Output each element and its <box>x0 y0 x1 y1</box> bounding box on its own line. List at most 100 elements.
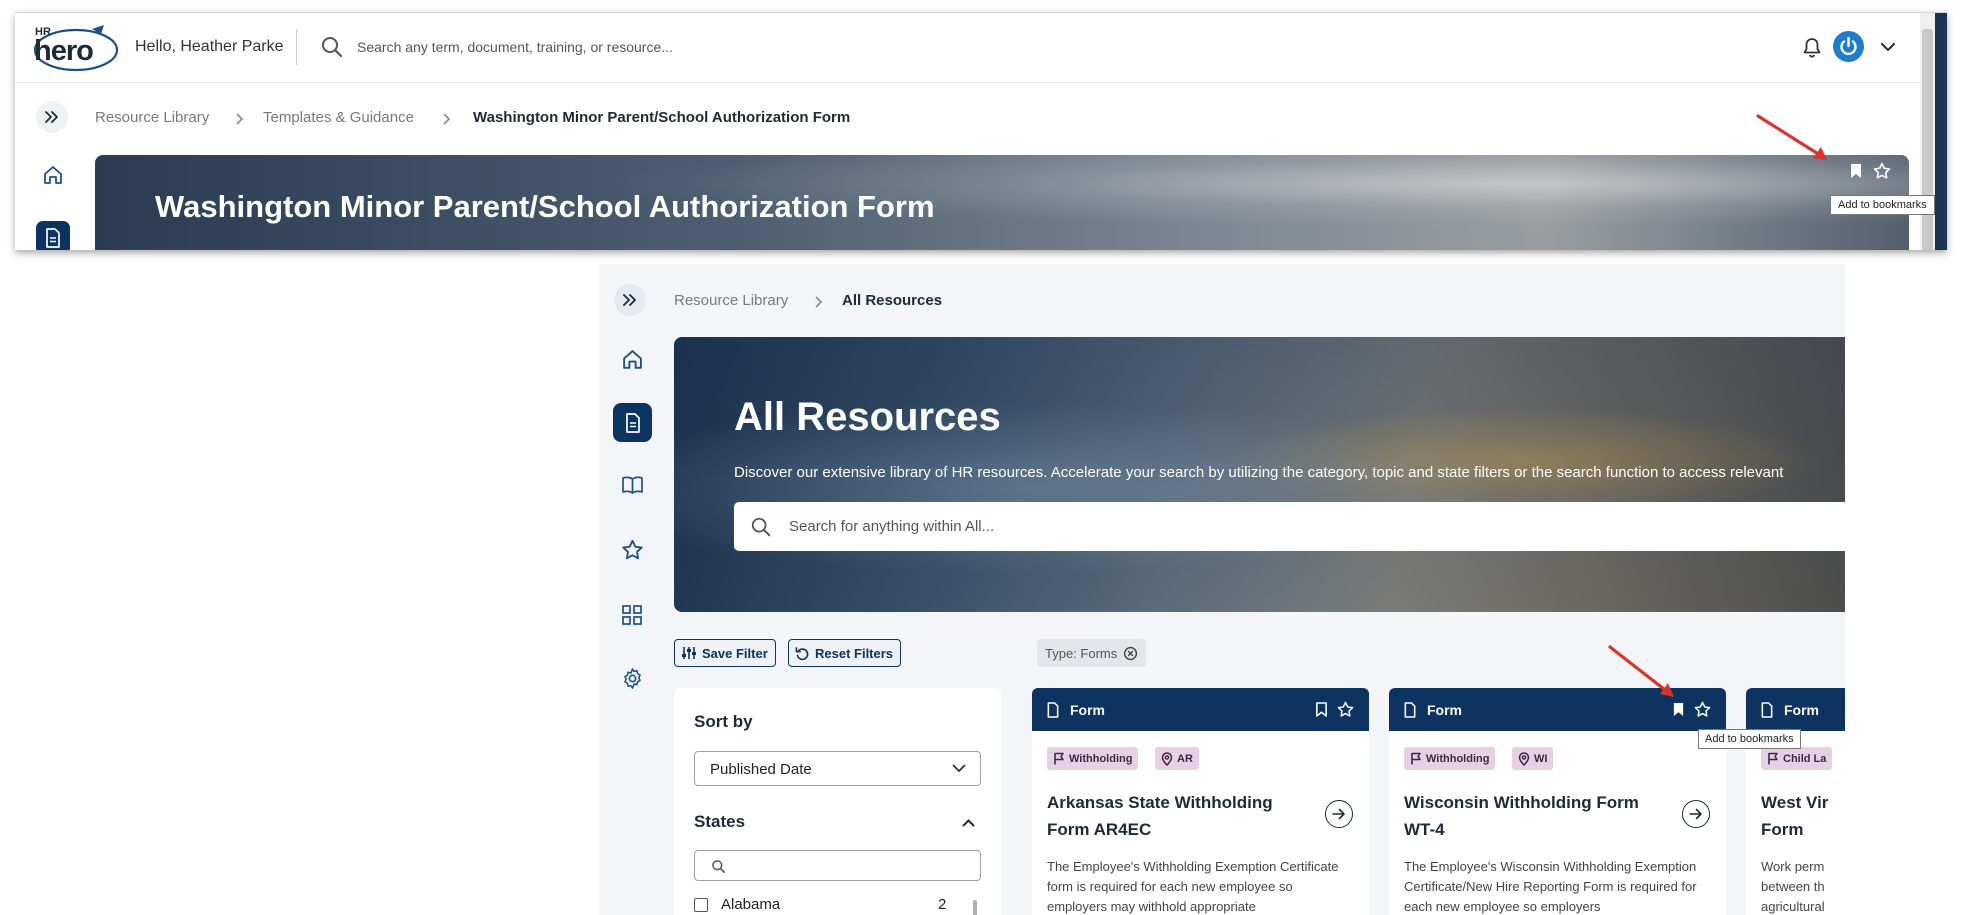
search-icon[interactable] <box>320 35 344 59</box>
document-icon <box>1403 702 1417 718</box>
arrow-right-icon[interactable] <box>1325 800 1353 828</box>
card-description: Work perm between th agricultural <box>1761 859 1825 914</box>
card-title[interactable]: Wisconsin Withholding Form WT-4 <box>1404 789 1674 843</box>
card-header: Form <box>1032 688 1369 731</box>
expand-sidebar-button[interactable] <box>36 101 68 133</box>
search-icon <box>750 516 772 538</box>
resource-search-input[interactable]: Search for anything within All... <box>734 502 1845 551</box>
close-circle-icon[interactable] <box>1123 646 1138 661</box>
tag-label: WI <box>1534 752 1548 765</box>
breadcrumb-current: Washington Minor Parent/School Authoriza… <box>473 109 851 126</box>
page-title: Washington Minor Parent/School Authoriza… <box>155 189 935 224</box>
document-icon <box>1046 702 1060 718</box>
breadcrumb-resource-library[interactable]: Resource Library <box>674 292 788 309</box>
global-search-input[interactable]: Search any term, document, training, or … <box>357 39 673 55</box>
card-title[interactable]: Arkansas State Withholding Form AR4EC <box>1047 789 1317 843</box>
card-type: Form <box>1070 702 1105 718</box>
page-hero-banner: Washington Minor Parent/School Authoriza… <box>95 155 1909 250</box>
page-title: All Resources <box>734 395 1001 439</box>
document-icon[interactable] <box>36 221 70 250</box>
logo-wordmark: hero <box>34 35 93 67</box>
state-tag[interactable]: AR <box>1155 747 1199 770</box>
flag-icon <box>1411 752 1421 765</box>
card-title[interactable]: West Vir Form <box>1761 789 1836 843</box>
bookmark-icon[interactable] <box>1849 163 1863 179</box>
reset-icon <box>795 646 809 660</box>
star-icon[interactable] <box>1694 701 1711 718</box>
chevron-right-icon <box>442 112 451 126</box>
hr-hero-logo[interactable]: HR hero <box>32 21 120 73</box>
filter-sidebar: Sort by Published Date States Alabama 2 <box>674 688 1001 915</box>
search-icon <box>712 860 725 873</box>
reset-filters-button[interactable]: Reset Filters <box>788 639 902 667</box>
bookmark-icon[interactable] <box>1672 702 1685 717</box>
bookmark-tooltip: Add to bookmarks <box>1698 729 1801 749</box>
grid-icon[interactable] <box>621 604 643 626</box>
scrollbar-thumb[interactable] <box>973 900 977 915</box>
bookmark-tooltip: Add to bookmarks <box>1830 195 1935 215</box>
sort-selected-value: Published Date <box>710 761 812 778</box>
gear-icon[interactable] <box>621 667 644 690</box>
state-tag[interactable]: WI <box>1512 747 1554 770</box>
states-search-input[interactable] <box>694 850 981 881</box>
state-count: 2 <box>938 896 947 913</box>
location-pin-icon <box>1518 751 1530 766</box>
chevron-right-icon <box>235 112 244 126</box>
chevron-up-icon[interactable] <box>962 818 975 827</box>
book-icon[interactable] <box>621 475 644 495</box>
topic-tag[interactable]: Withholding <box>1404 747 1496 770</box>
chevron-right-icon <box>814 295 823 309</box>
home-icon[interactable] <box>621 348 644 371</box>
card-type: Form <box>1784 702 1819 718</box>
document-icon[interactable] <box>613 403 652 442</box>
annotation-arrow <box>1755 113 1835 168</box>
flag-icon <box>1054 752 1064 765</box>
active-filter-label: Type: Forms <box>1045 645 1118 661</box>
home-icon[interactable] <box>42 164 64 186</box>
star-icon[interactable] <box>1337 701 1354 718</box>
breadcrumb-templates-guidance[interactable]: Templates & Guidance <box>263 109 414 126</box>
hero-description: Discover our extensive library of HR res… <box>734 464 1784 481</box>
user-avatar-power-icon[interactable] <box>1833 31 1864 62</box>
expand-sidebar-button[interactable] <box>614 284 646 316</box>
bookmark-icon[interactable] <box>1315 702 1328 717</box>
arrow-right-icon[interactable] <box>1682 800 1710 828</box>
scrollbar-thumb[interactable] <box>1922 29 1933 250</box>
search-placeholder: Search for anything within All... <box>789 518 995 535</box>
card-description: The Employee's Wisconsin Withholding Exe… <box>1404 859 1697 914</box>
sliders-icon <box>682 647 696 659</box>
state-checkbox[interactable] <box>694 898 708 912</box>
chevron-down-icon[interactable] <box>1880 42 1896 52</box>
active-filter-chip: Type: Forms <box>1037 639 1147 667</box>
resource-card[interactable]: Form Withholding AR Arkansas State Withh… <box>1032 688 1369 915</box>
card-header: Form <box>1746 688 1845 731</box>
resource-card[interactable]: Form Child La West Vir Form Work perm be… <box>1746 688 1845 915</box>
state-name: Alabama <box>721 896 781 913</box>
bell-icon[interactable] <box>1802 37 1822 59</box>
document-icon <box>1760 702 1774 718</box>
flag-icon <box>1768 752 1778 765</box>
sort-select[interactable]: Published Date <box>694 751 981 786</box>
top-screenshot: HR hero Hello, Heather Parke Search any … <box>15 12 1947 250</box>
star-icon[interactable] <box>1873 162 1891 180</box>
reset-filters-label: Reset Filters <box>815 645 894 661</box>
annotation-arrow <box>1607 644 1682 704</box>
breadcrumb-resource-library[interactable]: Resource Library <box>95 109 209 126</box>
save-filter-button[interactable]: Save Filter <box>674 639 776 667</box>
breadcrumb-current: All Resources <box>842 292 943 309</box>
resource-card[interactable]: Form Withholding WI Wisconsin Withholdin… <box>1389 688 1726 915</box>
sort-by-label: Sort by <box>694 712 753 731</box>
state-option[interactable]: Alabama 2 <box>694 895 981 915</box>
topic-tag[interactable]: Withholding <box>1047 747 1139 770</box>
states-heading: States <box>694 812 746 831</box>
greeting-text: Hello, Heather Parke <box>135 38 284 55</box>
chevron-down-icon <box>952 764 966 773</box>
save-filter-label: Save Filter <box>702 645 768 661</box>
top-navbar: HR hero Hello, Heather Parke Search any … <box>15 13 1920 83</box>
tag-label: Withholding <box>1426 752 1490 765</box>
card-description: The Employee's Withholding Exemption Cer… <box>1047 859 1339 914</box>
star-icon[interactable] <box>621 539 644 561</box>
topic-tag[interactable]: Child La <box>1761 747 1833 770</box>
tag-label: Withholding <box>1069 752 1133 765</box>
all-resources-hero: All Resources Discover our extensive lib… <box>674 337 1845 612</box>
